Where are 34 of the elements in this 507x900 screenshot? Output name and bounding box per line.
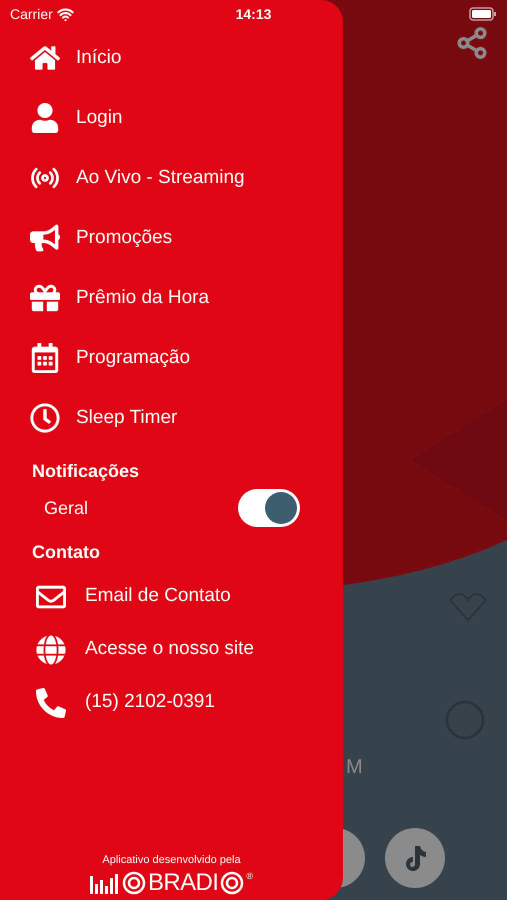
credit-text: Aplicativo desenvolvido pela	[102, 852, 241, 868]
caption-text: M	[346, 755, 363, 780]
toggle-label: Geral	[44, 496, 88, 520]
home-icon	[30, 43, 60, 73]
menu-item[interactable]: Sleep Timer	[0, 388, 343, 448]
calendar-icon	[30, 343, 60, 373]
share-icon[interactable]	[455, 26, 489, 60]
user-icon	[30, 103, 60, 133]
section-title: Notificações	[32, 460, 140, 483]
disc-icon	[122, 871, 146, 895]
menu-item[interactable]: Promoções	[0, 208, 343, 268]
gift-icon	[30, 283, 60, 313]
globe-icon	[36, 634, 66, 664]
clock-text: 14:13	[236, 4, 272, 24]
section-title: Contato	[32, 541, 100, 564]
disc-icon	[220, 871, 244, 895]
toggle-switch[interactable]	[238, 489, 300, 527]
megaphone-icon	[30, 223, 60, 253]
clock-icon	[30, 403, 60, 433]
menu-item[interactable]: Login	[0, 88, 343, 148]
menu-item[interactable]: Programação	[0, 328, 343, 388]
phone-icon	[36, 688, 66, 718]
contact-item[interactable]: Acesse o nosso site	[0, 623, 343, 676]
logo-text: BRADI	[148, 871, 218, 895]
carrier-text: Carrier	[10, 4, 53, 24]
menu-item[interactable]: Prêmio da Hora	[0, 268, 343, 328]
menu-item[interactable]: Ao Vivo - Streaming	[0, 148, 343, 208]
battery-icon	[469, 7, 497, 21]
contact-item[interactable]: Email de Contato	[0, 570, 343, 623]
menu-item[interactable]: Início	[0, 28, 343, 88]
wifi-icon	[56, 6, 74, 22]
registered-mark: ®	[246, 870, 253, 883]
contact-item[interactable]: (15) 2102-0391	[0, 676, 343, 729]
equalizer-icon	[90, 872, 120, 894]
